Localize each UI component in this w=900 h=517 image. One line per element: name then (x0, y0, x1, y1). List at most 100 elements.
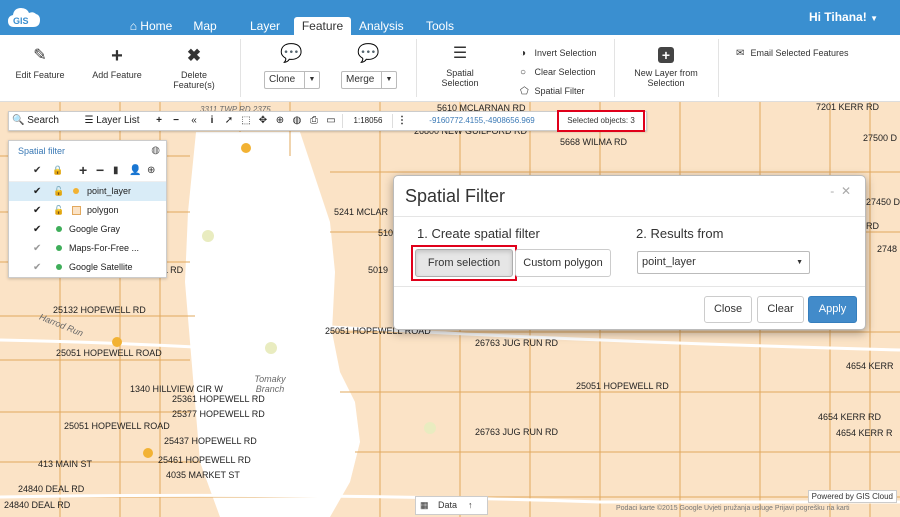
zoom-in-button[interactable]: + (152, 112, 166, 130)
zoom-box-button[interactable]: ⊕ (273, 112, 287, 130)
results-from-select[interactable]: point_layer ▼ (637, 251, 810, 274)
spatial-selection-button[interactable]: ☰ Spatial Selection (434, 45, 486, 88)
check-icon[interactable]: ✔ (33, 220, 41, 239)
tab-analysis[interactable]: Analysis (359, 17, 404, 35)
check-icon[interactable]: ✔ (33, 201, 41, 220)
powered-by-badge[interactable]: Powered by GIS Cloud (807, 490, 897, 503)
grid-icon: ▦ (420, 500, 429, 510)
move-icon: ✥ (258, 115, 268, 126)
map-label: 26763 JUG RUN RD (475, 338, 559, 348)
folder-icon[interactable]: ▮ (113, 165, 119, 176)
layer-row-google-satellite[interactable]: ✔ Google Satellite (9, 258, 166, 277)
info-button[interactable]: i (205, 112, 219, 130)
check-icon[interactable]: ✔ (33, 239, 41, 258)
layer-list-button[interactable]: ☰ Layer List (73, 112, 151, 130)
half-circle-icon: ◑ (520, 48, 527, 59)
logo-text: GIS (13, 16, 29, 26)
measure-button[interactable]: ▭ (324, 112, 338, 130)
clone-dropdown[interactable]: Clone ▼ (264, 71, 320, 89)
tab-home-label: Home (140, 19, 173, 33)
map-label: 5241 MCLAR (334, 207, 389, 217)
dialog-divider (394, 286, 865, 287)
user-greeting: Hi Tihana! (808, 10, 867, 24)
apply-button[interactable]: Apply (808, 296, 857, 323)
gis-cloud-logo[interactable]: GIS (6, 5, 42, 31)
edit-feature-button[interactable]: ✎ Edit Feature (12, 47, 68, 80)
more-vertical-button[interactable]: ⋮ (395, 112, 409, 130)
map-label: 4654 KERR (846, 361, 894, 371)
envelope-icon: ✉ (736, 48, 745, 59)
map-attribution[interactable]: Podaci karte ©2015 Google Uvjeti pružanj… (616, 505, 850, 512)
map-label: 25132 HOPEWELL RD (53, 305, 146, 315)
unlock-icon[interactable]: 🔓 (53, 201, 64, 220)
user-icon[interactable]: 👤 (129, 165, 141, 176)
data-panel-toggle[interactable]: ▦ Data ↑ (415, 496, 488, 515)
layer-row-polygon[interactable]: ✔ 🔓 polygon (9, 201, 166, 220)
minimize-icon[interactable]: - (830, 184, 834, 198)
tab-layer[interactable]: Layer (248, 17, 282, 35)
zoom-out-button[interactable]: − (169, 112, 183, 130)
clone-label: Clone (269, 74, 296, 85)
clear-button[interactable]: Clear (757, 296, 804, 323)
ribbon-divider (240, 39, 241, 97)
map-label: 25461 HOPEWELL RD (158, 455, 251, 465)
map-label: Tomaky Branch (254, 374, 286, 394)
print-button[interactable]: ⎙ (307, 112, 321, 130)
layer-row-point-layer[interactable]: ✔ 🔓 point_layer (9, 182, 166, 201)
plus-square-icon: + (658, 47, 674, 63)
layer-row-maps-for-free[interactable]: ✔ Maps-For-Free ... (9, 239, 166, 258)
pan-button[interactable]: ✥ (256, 112, 270, 130)
layer-row-google-gray[interactable]: ✔ Google Gray (9, 220, 166, 239)
unlock-icon[interactable]: 🔓 (53, 182, 64, 201)
check-icon[interactable]: ✔ (33, 182, 41, 201)
ribbon-divider (416, 39, 417, 97)
merge-label: Merge (346, 74, 375, 85)
spatial-filter-dialog: Spatial Filter - ✕ 1. Create spatial fil… (393, 175, 866, 330)
add-feature-button[interactable]: + Add Feature (88, 46, 146, 80)
tab-home[interactable]: ⌂ Home (128, 17, 174, 35)
user-menu[interactable]: Hi Tihana! ▼ (809, 10, 878, 24)
server-stack-icon: ☰ (452, 45, 468, 62)
tab-tools[interactable]: Tools (424, 17, 456, 35)
double-chevron-left-icon: « (191, 115, 197, 126)
clear-selection-button[interactable]: ○ Clear Selection (520, 67, 596, 78)
check-icon[interactable]: ✔ (33, 258, 41, 277)
close-icon[interactable]: ✕ (841, 184, 851, 198)
zoom-icon: ⊕ (275, 115, 285, 126)
caret-down-icon: ▼ (381, 72, 396, 88)
email-selected-label: Email Selected Features (750, 48, 849, 58)
selected-objects-badge: Selected objects: 3 (557, 110, 645, 132)
dialog-divider (394, 216, 865, 217)
box-select-button[interactable]: ⬚ (239, 112, 253, 130)
map-label: 1340 HILLVIEW CIR W (130, 384, 223, 394)
add-layer-button[interactable]: + (79, 162, 87, 178)
spatial-filter-label: Spatial Filter (534, 86, 585, 96)
remove-layer-button[interactable]: − (96, 162, 104, 178)
scale-readout: 1:18056 (353, 116, 383, 125)
spatial-filter-button[interactable]: ⬠ Spatial Filter (520, 86, 585, 97)
lock-icon[interactable]: 🔒 (52, 165, 63, 176)
globe-icon[interactable]: ◍ (151, 141, 160, 161)
zoom-layer-icon[interactable]: ⊕ (147, 165, 155, 176)
caret-down-icon: ▼ (796, 259, 803, 266)
check-all-icon[interactable]: ✔ (33, 165, 41, 176)
list-icon: ☰ (84, 115, 94, 126)
merge-dropdown[interactable]: Merge ▼ (341, 71, 397, 89)
vertical-dots-icon: ⋮ (397, 115, 407, 126)
dialog-window-controls[interactable]: - ✕ (830, 184, 851, 198)
custom-polygon-button[interactable]: Custom polygon (515, 249, 611, 277)
tab-feature[interactable]: Feature (294, 17, 351, 35)
map-label: 25051 HOPEWELL ROAD (64, 421, 170, 431)
invert-selection-button[interactable]: ◑ Invert Selection (520, 48, 597, 59)
collapse-toolbar-button[interactable]: « (187, 112, 201, 130)
close-button[interactable]: Close (704, 296, 752, 323)
email-selected-button[interactable]: ✉ Email Selected Features (736, 48, 849, 59)
layer-panel-header: Spatial filter ◍ (9, 141, 166, 161)
search-button[interactable]: 🔍 Search (12, 112, 68, 130)
tab-map[interactable]: Map (190, 17, 220, 35)
delete-feature-button[interactable]: ✖ Delete Feature(s) (170, 47, 218, 91)
select-pointer-button[interactable]: ➚ (222, 112, 236, 130)
new-layer-from-selection-button[interactable]: + New Layer from Selection (632, 47, 700, 88)
step-results-from: 2. Results from (636, 226, 724, 241)
globe-button[interactable]: ◍ (290, 112, 304, 130)
